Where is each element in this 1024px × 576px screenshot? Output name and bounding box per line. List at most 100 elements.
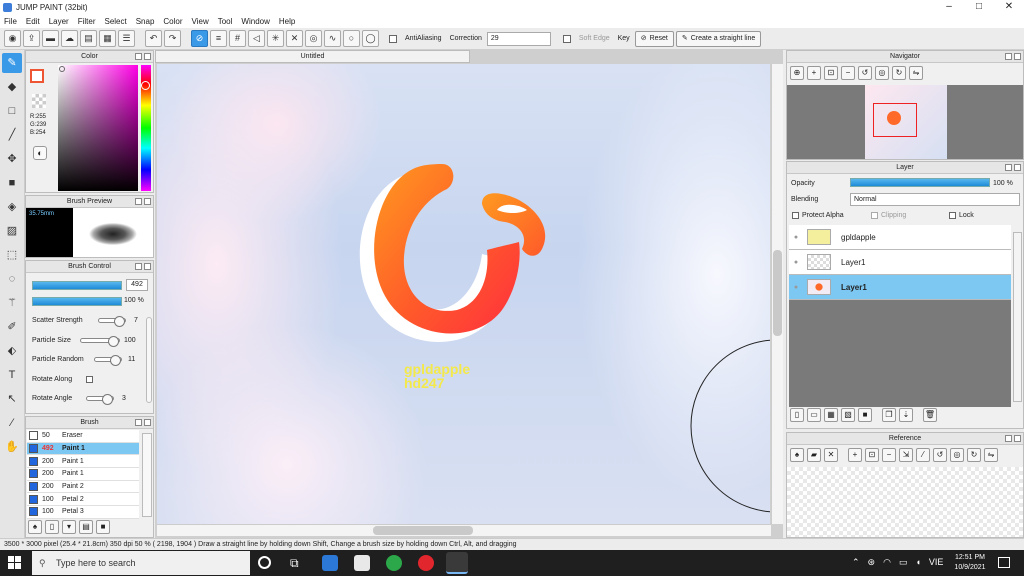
ref-rotate-left-icon[interactable]: ↺ (933, 448, 947, 462)
network-icon[interactable]: ⊛ (868, 557, 876, 568)
visibility-icon[interactable]: ● (789, 259, 803, 266)
mail-icon[interactable] (322, 555, 338, 571)
canvas-vertical-scrollbar[interactable] (771, 64, 783, 524)
brush-settings-icon[interactable]: ♠ (28, 520, 42, 534)
reference-settings-icon[interactable]: ♠ (790, 448, 804, 462)
tray-chevron-icon[interactable]: ⌃ (852, 557, 860, 568)
ref-flip-icon[interactable]: ⇋ (984, 448, 998, 462)
flip-icon[interactable]: ⇋ (909, 66, 923, 80)
close-button[interactable]: ✕ (994, 0, 1024, 14)
rotate-angle-slider[interactable] (86, 394, 114, 406)
menu-window[interactable]: Window (241, 17, 269, 26)
menu-snap[interactable]: Snap (136, 17, 155, 26)
taskbar-search-box[interactable]: ⚲ Type here to search (32, 551, 250, 575)
blending-select[interactable]: Normal (850, 193, 1020, 206)
cortana-icon[interactable] (258, 556, 271, 569)
menu-file[interactable]: File (4, 17, 17, 26)
ref-fit-icon[interactable]: ⇲ (899, 448, 913, 462)
color-saturation-picker[interactable] (58, 65, 138, 191)
task-view-icon[interactable]: ⧉ (290, 555, 306, 571)
zoom-out-icon[interactable]: − (841, 66, 855, 80)
layer-opacity-slider[interactable] (850, 178, 990, 187)
zoom-actual-icon[interactable]: ⊡ (824, 66, 838, 80)
select-eraser-icon[interactable]: ⬖ (2, 341, 22, 361)
minimize-button[interactable]: – (934, 0, 964, 14)
document-icon[interactable]: ▤ (80, 30, 97, 47)
palette-icon[interactable]: ◐ (33, 146, 47, 160)
layer-row-selected[interactable]: ● Layer1 (789, 275, 1011, 300)
layer-row[interactable]: ● gpldapple (789, 225, 1011, 250)
menu-edit[interactable]: Edit (26, 17, 40, 26)
cross-icon[interactable]: ✕ (286, 30, 303, 47)
ref-zoom-out-icon[interactable]: − (882, 448, 896, 462)
open-folder-icon[interactable]: ▰ (807, 448, 821, 462)
menu-filter[interactable]: Filter (78, 17, 96, 26)
ref-rotate-reset-icon[interactable]: ◎ (950, 448, 964, 462)
menu-tool[interactable]: Tool (218, 17, 233, 26)
brush-list-scrollbar[interactable] (142, 433, 152, 517)
reset-button[interactable]: ⊘ Reset (634, 30, 674, 47)
operation-tool-icon[interactable]: ↖ (2, 389, 22, 409)
brush-tool-icon[interactable]: ✎ (2, 53, 22, 73)
store-icon[interactable] (354, 555, 370, 571)
eyedropper-icon[interactable]: ⁄ (2, 413, 22, 433)
browser-icon[interactable] (386, 555, 402, 571)
protect-alpha-toggle[interactable]: Protect Alpha (792, 212, 844, 219)
brush-item[interactable]: 100 Petal 3 (27, 506, 139, 519)
brush-menu-icon[interactable]: ▾ (62, 520, 76, 534)
wifi-icon[interactable]: ◠ (883, 557, 891, 568)
brush-item[interactable]: 200 Paint 2 (27, 480, 139, 494)
volume-icon[interactable]: ◖ (915, 557, 920, 568)
concentric-icon[interactable]: ◎ (305, 30, 322, 47)
texture-layer-icon[interactable]: ▧ (841, 408, 855, 422)
visibility-icon[interactable]: ● (789, 284, 803, 291)
duplicate-layer-icon[interactable]: ❐ (882, 408, 896, 422)
windows-start-icon[interactable] (8, 556, 22, 570)
parallel-ruler-icon[interactable]: ≡ (210, 30, 227, 47)
visibility-icon[interactable]: ● (789, 234, 803, 241)
reference-canvas[interactable] (787, 467, 1023, 537)
brush-item[interactable]: 200 Paint 1 (27, 455, 139, 469)
text-tool-icon[interactable]: T (2, 365, 22, 385)
ellipse-icon[interactable]: ○ (343, 30, 360, 47)
layer-list-scrollbar[interactable] (1013, 232, 1022, 402)
battery-icon[interactable]: ▭ (899, 557, 908, 568)
lock-toggle[interactable]: Lock (949, 212, 974, 219)
primary-color-swatch[interactable] (30, 69, 44, 83)
trash-icon[interactable]: 🗑 (923, 408, 937, 422)
brush-item[interactable]: 100 Petal 2 (27, 493, 139, 507)
eraser-tool-icon[interactable]: ◆ (2, 77, 22, 97)
redo-icon[interactable]: ↷ (164, 30, 181, 47)
brush-size-slider[interactable] (32, 281, 122, 290)
new-raster-layer-icon[interactable]: ▭ (807, 408, 821, 422)
ref-eyedropper-icon[interactable]: ⁄ (916, 448, 930, 462)
ref-zoom-actual-icon[interactable]: ⊡ (865, 448, 879, 462)
select-lasso-icon[interactable]: ◌ (2, 269, 22, 289)
new-brush-icon[interactable]: ▯ (45, 520, 59, 534)
opera-icon[interactable] (418, 555, 434, 571)
input-language[interactable]: VIE (929, 557, 944, 568)
correction-input[interactable]: 29 (486, 31, 551, 46)
notification-icon[interactable] (998, 557, 1010, 568)
menu-select[interactable]: Select (104, 17, 126, 26)
cloud-icon[interactable]: ☁ (61, 30, 78, 47)
fill-rect-tool-icon[interactable]: ■ (2, 173, 22, 193)
canvas-horizontal-scrollbar[interactable] (157, 524, 771, 536)
zoom-fit-icon[interactable]: ⊕ (790, 66, 804, 80)
hand-tool-icon[interactable]: ✋ (2, 437, 22, 457)
menu-help[interactable]: Help (279, 17, 295, 26)
move-tool-icon[interactable]: ✥ (2, 149, 22, 169)
merge-layer-icon[interactable]: ⇣ (899, 408, 913, 422)
brush-item-selected[interactable]: 492 Paint 1 (27, 442, 139, 456)
select-pen-icon[interactable]: ✐ (2, 317, 22, 337)
rectangle-tool-icon[interactable]: □ (2, 101, 22, 121)
horizontal-scroll-thumb[interactable] (373, 526, 473, 535)
clock[interactable]: 12:51 PM 10/9/2021 (950, 553, 990, 573)
new-layer-icon[interactable]: ▯ (790, 408, 804, 422)
document-tab[interactable]: Untitled (155, 50, 470, 63)
menu-color[interactable]: Color (163, 17, 182, 26)
bucket-tool-icon[interactable]: ◈ (2, 197, 22, 217)
brush-opacity-slider[interactable] (32, 297, 122, 306)
antialiasing-checkbox[interactable] (389, 34, 397, 43)
brush-control-scrollbar[interactable] (146, 317, 152, 403)
